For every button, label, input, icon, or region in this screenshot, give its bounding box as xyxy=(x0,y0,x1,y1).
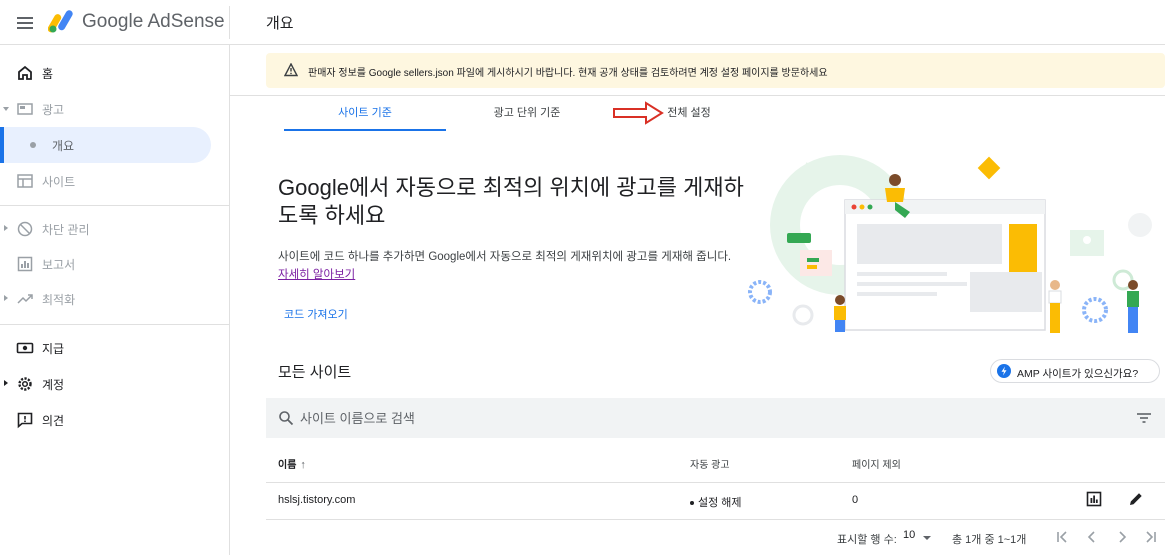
top-bar: Google AdSense 개요 xyxy=(0,0,1165,45)
sidebar-item-overview[interactable]: 개요 xyxy=(0,127,211,163)
adsense-logo xyxy=(48,10,73,33)
sidebar-item-account[interactable]: 계정 xyxy=(0,366,229,402)
column-header-name-label: 이름 xyxy=(278,460,297,471)
sidebar-item-label: 사이트 xyxy=(42,175,76,189)
dot-icon xyxy=(30,142,36,148)
sidebar-item-label: 홈 xyxy=(42,67,54,81)
hero-description-text: 사이트에 코드 하나를 추가하면 Google에서 자동으로 최적의 게재위치에… xyxy=(278,251,732,263)
sidebar-item-label: 의견 xyxy=(42,414,65,428)
sidebar-item-optimize[interactable]: 최적화 xyxy=(0,281,229,317)
adsense-app: Google AdSense 개요 홈 광고 개요 사이트 차단 관리 보고서 … xyxy=(0,0,1165,555)
auto-ads-cell: 설정 해제 xyxy=(690,494,742,510)
brand-divider xyxy=(229,6,230,39)
optimize-icon xyxy=(17,294,33,304)
rows-per-page-select[interactable]: 10 xyxy=(903,529,933,547)
report-icon[interactable] xyxy=(1085,490,1103,508)
payments-icon xyxy=(16,342,34,354)
amp-button-label: AMP 사이트가 있으신가요? xyxy=(1017,368,1139,380)
banner-message: 판매자 정보를 Google sellers.json 파일에 게시하시기 바랍… xyxy=(308,68,828,79)
table-divider xyxy=(266,519,1165,520)
chevron-down-icon xyxy=(3,107,9,111)
search-icon xyxy=(279,411,294,426)
sidebar-item-label: 보고서 xyxy=(42,258,76,272)
sidebar-divider xyxy=(0,324,229,325)
sellers-json-banner: 판매자 정보를 Google sellers.json 파일에 게시하시기 바랍… xyxy=(266,53,1165,88)
sidebar-item-feedback[interactable]: 의견 xyxy=(0,402,229,438)
last-page-icon[interactable] xyxy=(1142,528,1160,546)
column-header-excluded-pages: 페이지 제외 xyxy=(852,460,901,471)
hero-description: 사이트에 코드 하나를 추가하면 Google에서 자동으로 최적의 게재위치에… xyxy=(278,248,738,284)
chevron-right-icon xyxy=(4,295,8,301)
ads-icon xyxy=(17,103,33,115)
chevron-right-icon xyxy=(4,225,8,231)
auto-ads-illustration xyxy=(748,155,1152,333)
site-search-bar xyxy=(266,398,1165,438)
home-icon xyxy=(18,65,32,80)
annotation-arrow-icon xyxy=(613,101,664,125)
excluded-pages-cell: 0 xyxy=(852,494,859,506)
sidebar-item-payments[interactable]: 지급 xyxy=(0,330,229,366)
sidebar-item-label: 개요 xyxy=(52,139,75,153)
active-indicator xyxy=(0,127,4,163)
learn-more-link[interactable]: 자세히 알아보기 xyxy=(278,269,355,281)
sidebar-item-block-management[interactable]: 차단 관리 xyxy=(0,211,229,247)
rows-per-page-label: 표시할 행 수: xyxy=(837,534,897,546)
menu-icon[interactable] xyxy=(14,12,36,34)
feedback-icon xyxy=(17,412,33,429)
sidebar-item-label: 최적화 xyxy=(42,293,76,307)
next-page-icon[interactable] xyxy=(1113,528,1131,546)
column-header-name[interactable]: 이름 ↑ xyxy=(278,456,306,471)
sidebar-item-label: 지급 xyxy=(42,342,65,356)
sidebar-item-label: 차단 관리 xyxy=(42,223,90,237)
gear-icon xyxy=(18,377,32,391)
first-page-icon[interactable] xyxy=(1053,528,1071,546)
column-header-auto-ads: 자동 광고 xyxy=(690,460,730,471)
filter-icon[interactable] xyxy=(1136,410,1152,426)
sidebar-item-reports[interactable]: 보고서 xyxy=(0,246,229,282)
previous-page-icon[interactable] xyxy=(1083,528,1101,546)
tab-by-ad-unit[interactable]: 광고 단위 기준 xyxy=(446,96,608,131)
sidebar-item-label: 계정 xyxy=(42,378,65,392)
sidebar: 홈 광고 개요 사이트 차단 관리 보고서 최적화 지급 계정 의견 xyxy=(0,45,230,555)
sidebar-divider xyxy=(0,205,229,206)
warning-icon xyxy=(284,63,298,77)
page-range: 총 1개 중 1~1개 xyxy=(952,534,1027,546)
edit-pencil-icon[interactable] xyxy=(1127,490,1145,508)
site-search-input[interactable] xyxy=(300,406,1080,430)
hero-title: Google에서 자동으로 최적의 위치에 광고를 게재하도록 하세요 xyxy=(278,175,744,228)
tab-by-site[interactable]: 사이트 기준 xyxy=(284,96,446,131)
amp-sites-button[interactable]: AMP 사이트가 있으신가요? xyxy=(990,359,1160,383)
sidebar-item-ads[interactable]: 광고 xyxy=(0,91,229,127)
sites-icon xyxy=(17,174,33,188)
auto-ads-status: 설정 해제 xyxy=(698,497,742,509)
sidebar-item-label: 광고 xyxy=(42,103,65,117)
site-name-cell[interactable]: hslsj.tistory.com xyxy=(278,494,355,506)
status-dot-icon xyxy=(690,501,694,506)
sidebar-item-home[interactable]: 홈 xyxy=(0,55,229,91)
table-divider xyxy=(266,482,1165,483)
chevron-right-icon xyxy=(4,380,8,386)
page-title: 개요 xyxy=(266,15,294,32)
sidebar-item-sites[interactable]: 사이트 xyxy=(0,163,229,199)
all-sites-title: 모든 사이트 xyxy=(278,364,352,381)
block-icon xyxy=(17,221,33,237)
chevron-down-icon xyxy=(923,536,931,540)
get-code-button[interactable]: 코드 가져오기 xyxy=(284,306,348,322)
sort-arrow-up-icon: ↑ xyxy=(300,459,306,471)
brand-name: Google AdSense xyxy=(82,11,225,32)
reports-icon xyxy=(17,256,33,272)
amp-bolt-icon xyxy=(997,364,1011,378)
rows-per-page-value: 10 xyxy=(903,529,916,541)
